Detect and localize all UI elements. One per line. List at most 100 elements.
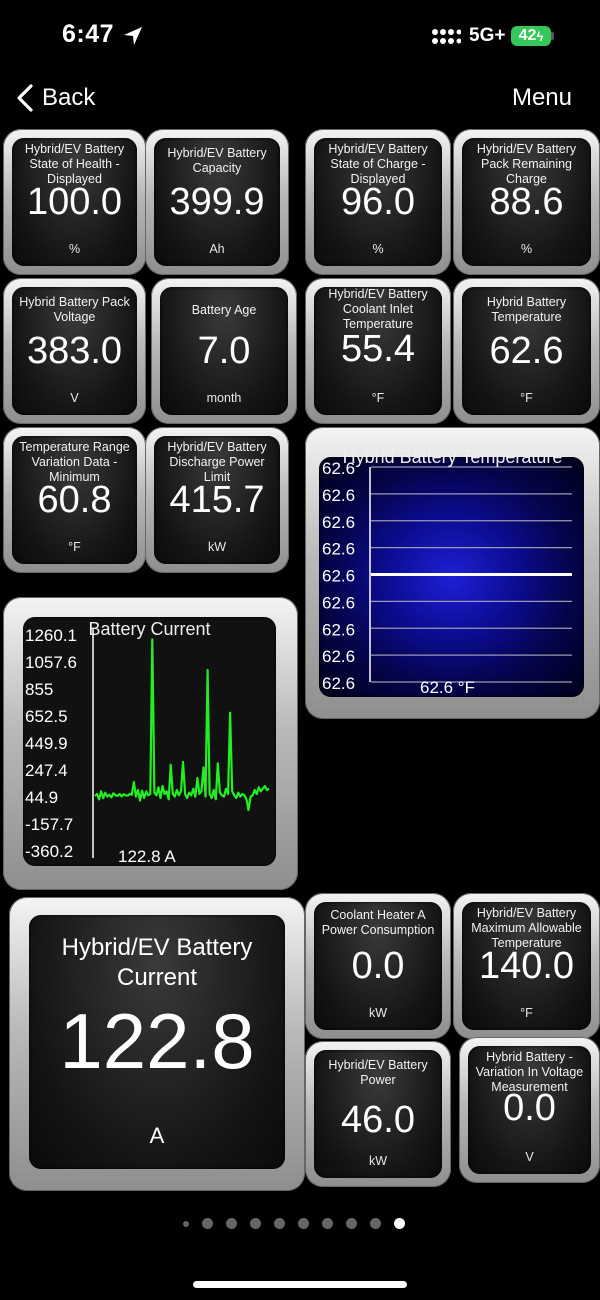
- page-dot[interactable]: [250, 1218, 261, 1229]
- gauge-pack-voltage[interactable]: Hybrid Battery Pack Voltage 383.0 V: [3, 278, 146, 424]
- gauge-unit: kW: [368, 1006, 388, 1020]
- gauge-battery-age[interactable]: Battery Age 7.0 month: [151, 278, 297, 424]
- gauge-unit: kW: [368, 1154, 388, 1168]
- gauge-value: 7.0: [197, 330, 251, 372]
- page-dot[interactable]: [226, 1218, 237, 1229]
- gauge-label: Hybrid Battery Pack Voltage: [19, 295, 130, 324]
- page-dot[interactable]: [322, 1218, 333, 1229]
- chevron-left-icon: [17, 84, 33, 112]
- gauge-label: Hybrid/EV Battery Capacity: [167, 146, 267, 175]
- y-tick-label: 62.6: [322, 647, 355, 666]
- gauge-unit: %: [68, 242, 81, 256]
- gauge-value: 100.0: [26, 181, 123, 223]
- gauge-value: 96.0: [341, 181, 415, 223]
- y-tick-label: 62.6: [322, 540, 355, 559]
- gauge-unit: A: [149, 1123, 165, 1148]
- gauge-value: 415.7: [169, 479, 265, 521]
- gauge-value: 383.0: [26, 330, 123, 372]
- gauge-label: Hybrid/EV Battery Power: [328, 1058, 428, 1087]
- gauge-value: 62.6: [489, 330, 564, 372]
- page-dot[interactable]: [183, 1220, 189, 1227]
- y-tick-label: 62.6: [322, 567, 355, 586]
- gauge-value: 55.4: [341, 328, 415, 370]
- y-tick-label: 62.6: [322, 674, 355, 693]
- gauge-value: 0.0: [351, 945, 405, 987]
- page-dot[interactable]: [370, 1218, 381, 1229]
- battery-level: 42: [518, 27, 537, 44]
- gauge-label: Hybrid/EV Battery Current: [61, 934, 253, 991]
- page-dot[interactable]: [298, 1218, 309, 1229]
- gauge-value: 140.0: [478, 945, 575, 987]
- location-arrow-icon: [124, 27, 142, 45]
- y-tick-label: 652.5: [25, 707, 68, 726]
- gauge-label: Hybrid/EV Battery Coolant Inlet Temperat…: [328, 287, 428, 331]
- gauge-unit: %: [520, 242, 533, 256]
- gauge-temperature-minimum[interactable]: Temperature Range Variation Data - Minim…: [3, 427, 146, 573]
- gauge-value: 46.0: [341, 1099, 415, 1141]
- gauge-unit: °F: [520, 1006, 533, 1020]
- gauge-coolant-heater-power[interactable]: Coolant Heater A Power Consumption 0.0 k…: [305, 893, 451, 1039]
- gauge-state-of-health[interactable]: Hybrid/EV Battery State of Health - Disp…: [3, 129, 146, 275]
- gauge-value: 60.8: [37, 479, 112, 521]
- current-chart: 1260.11057.6855652.5449.9247.444.9-157.7…: [25, 626, 270, 866]
- gauge-unit: V: [70, 391, 79, 405]
- page-dot[interactable]: [202, 1218, 213, 1229]
- gauge-unit: month: [206, 391, 242, 405]
- gauge-value: 88.6: [489, 181, 564, 223]
- gauge-voltage-variation[interactable]: Hybrid Battery - Variation In Voltage Me…: [459, 1037, 600, 1183]
- gauge-unit: °F: [520, 391, 533, 405]
- y-tick-label: 247.4: [25, 761, 68, 780]
- y-tick-label: 1057.6: [25, 653, 77, 672]
- gauge-battery-temperature[interactable]: Hybrid Battery Temperature 62.6 °F: [453, 278, 600, 424]
- gauge-value: 0.0: [503, 1087, 556, 1129]
- gauge-remaining-charge[interactable]: Hybrid/EV Battery Pack Remaining Charge …: [453, 129, 600, 275]
- y-tick-label: 62.6: [322, 486, 355, 505]
- page-dot[interactable]: [394, 1218, 405, 1229]
- page-dot[interactable]: [346, 1218, 357, 1229]
- temperature-chart: 62.662.662.662.662.662.662.662.662.6 62.6…: [322, 459, 572, 697]
- gauge-value: 399.9: [169, 181, 265, 223]
- gauge-battery-power[interactable]: Hybrid/EV Battery Power 46.0 kW: [305, 1041, 451, 1187]
- graph-battery-temperature[interactable]: 62.6 62.6 62.6 62.6 62.6 62.6 62.6 62.6 62.6 62.6…: [305, 427, 600, 719]
- home-indicator[interactable]: [193, 1281, 407, 1288]
- y-tick-label: 855: [25, 680, 53, 699]
- cellular-signal-icon: [432, 29, 461, 44]
- battery-nub: [551, 32, 554, 40]
- gauge-unit: kW: [207, 540, 227, 554]
- gauge-state-of-charge[interactable]: Hybrid/EV Battery State of Charge - Disp…: [305, 129, 451, 275]
- y-tick-label: 44.9: [25, 788, 58, 807]
- current-value-label: 122.8 A: [118, 847, 176, 866]
- gauge-battery-current-large[interactable]: Hybrid/EV Battery Current 122.8 A: [9, 897, 305, 1191]
- gauge-label: Hybrid Battery Temperature: [486, 295, 567, 324]
- y-tick-label: 449.9: [25, 734, 68, 753]
- y-tick-label: -360.2: [25, 842, 73, 861]
- gauge-coolant-inlet-temperature[interactable]: Hybrid/EV Battery Coolant Inlet Temperat…: [305, 278, 451, 424]
- gauge-unit: %: [372, 242, 384, 256]
- current-value-label: 62.6 °F: [420, 678, 475, 697]
- current-series-line: [94, 638, 270, 812]
- gauge-unit: °F: [371, 391, 385, 405]
- menu-button[interactable]: Menu: [512, 84, 572, 112]
- page-dot[interactable]: [274, 1218, 285, 1229]
- y-tick-label: 62.6: [322, 513, 355, 532]
- gauge-capacity[interactable]: Hybrid/EV Battery Capacity 399.9 Ah: [145, 129, 289, 275]
- y-tick-label: 62.6: [322, 593, 355, 612]
- graph-title: Hybrid Battery Temperature: [342, 447, 563, 467]
- back-button[interactable]: Back: [16, 82, 95, 114]
- page-indicator[interactable]: [183, 1218, 405, 1229]
- gauge-label: Coolant Heater A Power Consumption: [321, 908, 435, 937]
- graph-battery-current[interactable]: Battery Current 1260.1 1057.6 855 652.5 449.…: [3, 597, 298, 890]
- gauge-value: 122.8: [59, 997, 255, 1085]
- gauge-unit: Ah: [209, 242, 225, 256]
- graph-title: Battery Current: [88, 619, 211, 639]
- gauge-unit: °F: [68, 540, 81, 554]
- back-label: Back: [42, 84, 96, 111]
- network-type: 5G+: [469, 25, 506, 46]
- battery-icon: 42 ϟ: [511, 26, 551, 46]
- gauge-label: Battery Age: [191, 303, 257, 317]
- gauge-max-allowable-temperature[interactable]: Hybrid/EV Battery Maximum Allowable Temp…: [453, 893, 600, 1039]
- y-tick-label: 62.6: [322, 620, 355, 639]
- gauge-discharge-power-limit[interactable]: Hybrid/EV Battery Discharge Power Limit …: [145, 427, 289, 573]
- y-tick-label: -157.7: [25, 815, 73, 834]
- status-time: 6:47: [62, 20, 115, 48]
